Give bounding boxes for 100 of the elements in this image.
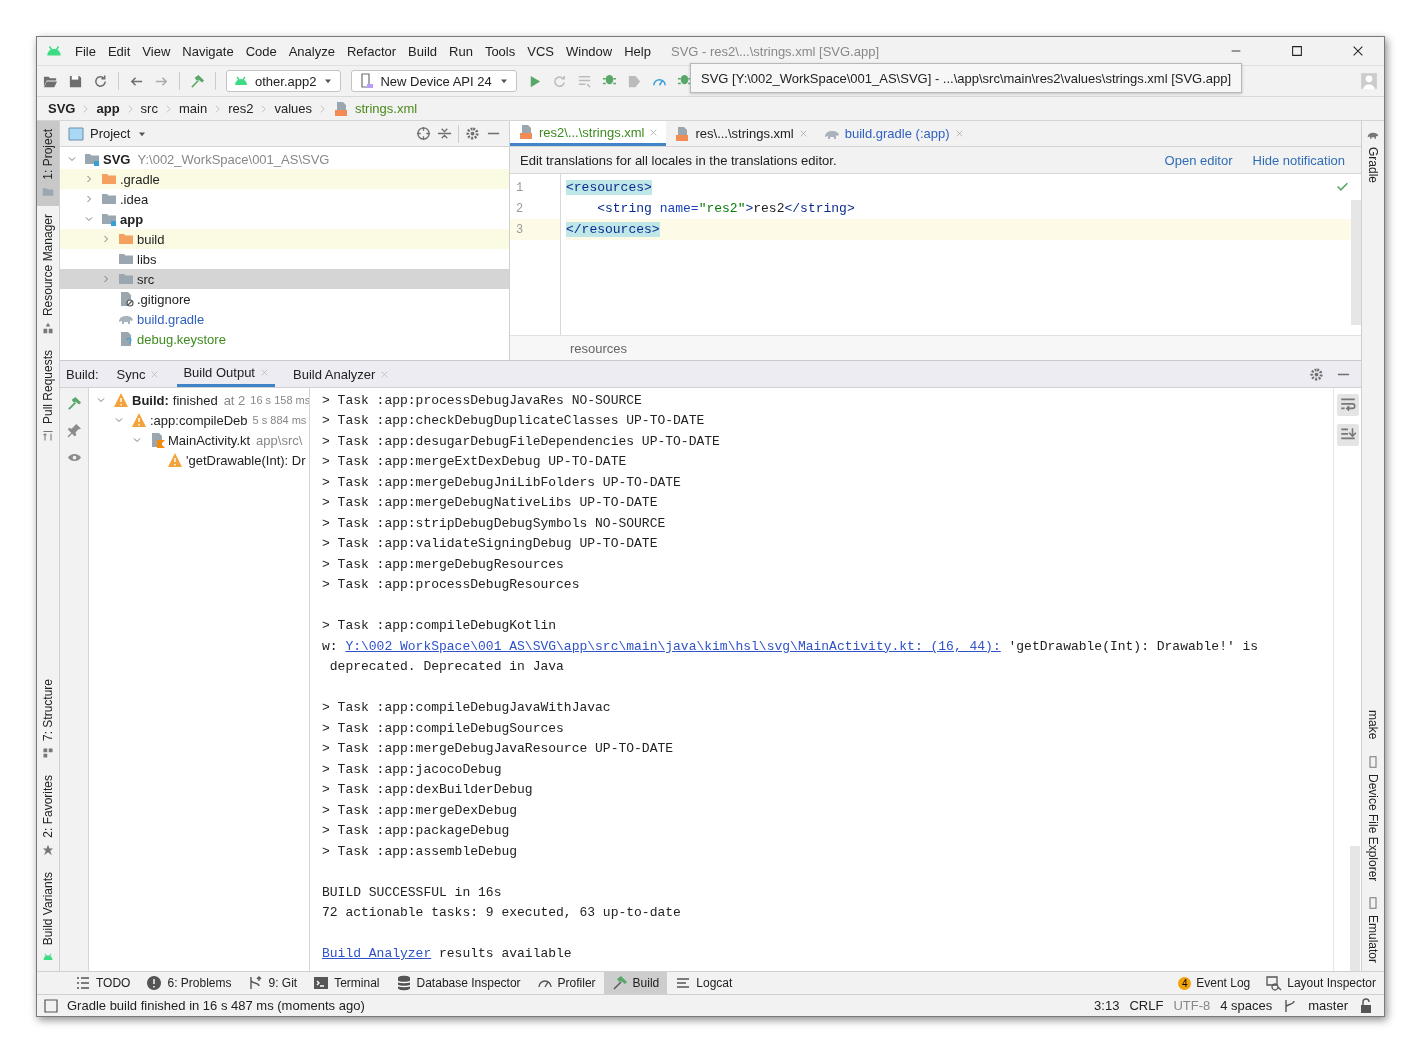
lock-icon[interactable] [1358, 997, 1374, 1014]
console-line: > Task :app:stripDebugDebugSymbols NO-SOURCE [322, 515, 666, 531]
scrollbar[interactable] [1349, 846, 1360, 971]
menu-item[interactable]: File [69, 43, 102, 59]
tool-window-button[interactable]: 6: Problems [138, 972, 240, 994]
panel-title[interactable]: Project [90, 126, 131, 141]
tree-item[interactable]: 'getDrawable(Int): Dr [186, 452, 306, 468]
tree-item[interactable]: src [137, 271, 155, 287]
scrollbar[interactable] [1351, 200, 1361, 325]
tree-item[interactable]: app [120, 211, 144, 227]
menu-item[interactable]: Analyze [282, 43, 341, 59]
tool-window-tab[interactable]: 2: Favorites [37, 767, 59, 864]
menu-item[interactable]: Run [443, 43, 479, 59]
tool-window-button[interactable]: 9: Git [239, 972, 306, 994]
tool-window-tab[interactable]: Emulator [1362, 888, 1384, 971]
menu-item[interactable]: Edit [101, 43, 137, 59]
menu-item[interactable]: Build [402, 43, 443, 59]
build-tab[interactable]: Build Output [177, 361, 275, 387]
breadcrumb-item[interactable]: main [178, 101, 208, 116]
notification-link[interactable]: Open editor [1164, 152, 1233, 168]
tool-window-button[interactable]: Database Inspector [387, 972, 529, 994]
tool-window-button[interactable]: TODO [67, 972, 139, 994]
breadcrumb-item[interactable]: app [96, 101, 120, 116]
tool-window-button[interactable]: 4 Event Log [1170, 972, 1259, 994]
build-tab[interactable]: Sync [110, 361, 166, 387]
breadcrumb-item[interactable]: SVG [48, 101, 76, 116]
tree-item[interactable]: .gitignore [137, 291, 191, 307]
tool-window-tab[interactable]: make [1362, 702, 1384, 748]
square-icon[interactable] [43, 997, 59, 1014]
scroll-to-end-icon[interactable] [1336, 424, 1359, 446]
notification-link[interactable]: Hide notification [1252, 152, 1345, 168]
pin-icon[interactable] [66, 423, 82, 438]
editor-tab[interactable]: res\...\strings.xml [666, 121, 816, 146]
settings-icon[interactable] [465, 126, 480, 141]
console-line: > Task :app:mergeDebugNativeLibs UP-TO-DATE [322, 495, 658, 511]
status-item[interactable]: CRLF [1129, 998, 1164, 1013]
tool-window-tab[interactable]: Gradle [1362, 121, 1384, 192]
hammer-icon[interactable] [66, 396, 82, 411]
tree-item[interactable]: MainActivity.kt [168, 432, 251, 448]
menu-item[interactable]: Tools [478, 43, 522, 59]
crosshair-icon[interactable] [416, 126, 431, 141]
editor-tab[interactable]: build.gradle (:app) [815, 121, 972, 146]
profile-icon[interactable] [626, 73, 642, 89]
tool-window-button[interactable]: Layout Inspector [1258, 972, 1384, 994]
tool-window-tab[interactable]: Resource Manager [37, 205, 59, 342]
breadcrumb-item[interactable]: values [274, 101, 312, 116]
menu-item[interactable]: VCS [521, 43, 560, 59]
build-tab[interactable]: Build Analyzer [287, 361, 396, 387]
hammer-icon[interactable] [190, 73, 205, 89]
console-link[interactable]: Y:\002_WorkSpace\001_AS\SVG\app\src\main\java\kim\hsl\svg\MainActivity.kt: (16, 44): [345, 638, 1001, 654]
tree-item[interactable]: libs [137, 251, 157, 267]
menu-item[interactable]: Navigate [176, 43, 240, 59]
tool-window-tab[interactable]: Device File Explorer [1362, 747, 1384, 889]
collapse-icon[interactable] [437, 126, 452, 141]
settings-icon[interactable] [1309, 366, 1324, 382]
menu-item[interactable]: View [136, 43, 177, 59]
close-icon[interactable] [1351, 44, 1365, 58]
breadcrumb-item[interactable]: res2 [228, 101, 254, 116]
hammer-icon [611, 975, 628, 991]
tree-item[interactable]: Build: finished [132, 392, 218, 408]
device-dropdown[interactable]: New Device API 24 [351, 70, 517, 92]
status-message: Gradle build finished in 16 s 487 ms (moments ago) [67, 998, 365, 1013]
tree-item[interactable]: .idea [120, 191, 149, 207]
avatar-icon[interactable] [1360, 72, 1378, 90]
menu-item[interactable]: Refactor [340, 43, 403, 59]
menu-item[interactable]: Help [618, 43, 657, 59]
tree-item[interactable]: debug.keystore [137, 331, 226, 347]
sync-icon[interactable] [93, 73, 108, 89]
console-line: > Task :app:jacocoDebug [322, 761, 502, 777]
editor-tab[interactable]: res2\...\strings.xml [510, 121, 667, 146]
tool-window-button[interactable]: Terminal [305, 972, 388, 994]
list-icon [75, 975, 91, 991]
console-link[interactable]: Build Analyzer [322, 946, 432, 962]
save-icon[interactable] [68, 73, 83, 89]
tool-window-button[interactable]: Profiler [528, 972, 604, 994]
tree-item[interactable]: build.gradle [137, 311, 205, 327]
tree-item[interactable]: build [137, 231, 165, 247]
tool-window-tab[interactable]: 7: Structure [37, 671, 59, 768]
rerun-icon[interactable] [551, 73, 567, 89]
status-item[interactable]: 4 spaces [1220, 998, 1273, 1013]
maximize-icon[interactable] [1290, 44, 1304, 58]
menu-item[interactable]: Code [239, 43, 283, 59]
breadcrumb-item[interactable]: resources [570, 340, 628, 356]
tool-window-tab[interactable]: Pull Requests [37, 341, 59, 450]
console-line: > Task :app:compileDebugJavaWithJavac [322, 700, 611, 716]
tool-window-button[interactable]: Build [603, 972, 668, 994]
status-item[interactable]: 3:13 [1094, 998, 1120, 1013]
tree-item[interactable]: SVG [103, 151, 131, 167]
tree-item[interactable]: :app:compileDeb [150, 412, 248, 428]
tree-item[interactable]: .gradle [120, 171, 160, 187]
menu-item[interactable]: Window [559, 43, 619, 59]
breadcrumb-item[interactable]: strings.xml [355, 101, 418, 116]
tool-window-button[interactable]: Logcat [667, 972, 741, 994]
apply-changes-icon[interactable] [576, 73, 592, 89]
tool-window-tab[interactable]: Build Variants [37, 863, 59, 971]
breadcrumb-item[interactable]: src [140, 101, 158, 116]
tool-window-tab[interactable]: 1: Project [37, 121, 59, 206]
run-config-dropdown[interactable]: other.app2 [226, 70, 342, 92]
soft-wrap-icon[interactable] [1336, 394, 1359, 416]
status-item[interactable]: master [1308, 998, 1348, 1013]
